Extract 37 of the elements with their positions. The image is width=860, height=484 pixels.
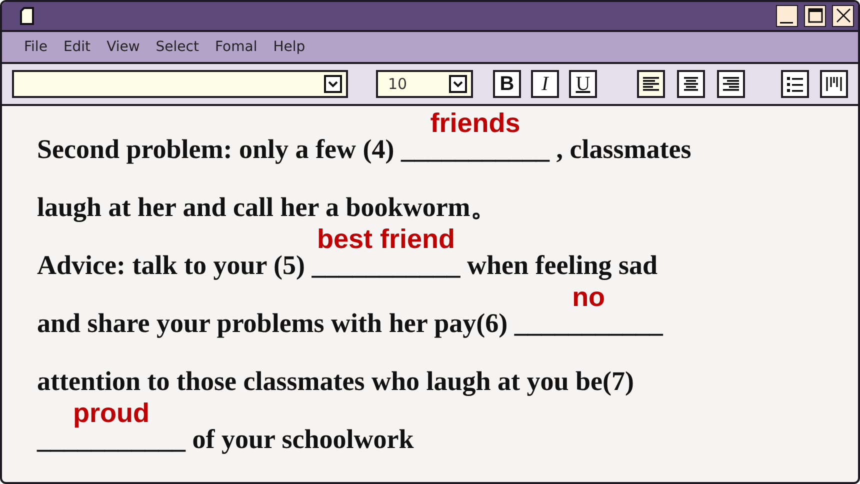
menu-item[interactable]: Help [265, 39, 314, 55]
underline-button[interactable]: U [569, 70, 597, 98]
italic-button[interactable]: I [531, 70, 559, 98]
sentence-text: when feeling sad [466, 250, 658, 280]
sentence-text: Second problem: only a few (4) [37, 134, 396, 164]
bullet-list-icon [786, 75, 804, 93]
menu-item[interactable]: Fomal [207, 39, 266, 55]
columns-icon [825, 75, 843, 93]
answer-text: proud [72, 398, 150, 428]
sentence-text: laugh at her and call her a bookworm。 [37, 191, 498, 224]
menu-item[interactable]: Select [148, 39, 207, 55]
minimize-icon [780, 22, 793, 24]
close-button[interactable] [832, 5, 854, 27]
maximize-icon [806, 6, 824, 25]
align-right-icon [723, 76, 739, 92]
font-size-dropdown[interactable]: 10 [376, 70, 473, 98]
sentence-text: of your schoolwork [191, 424, 414, 454]
align-center-button[interactable] [677, 70, 705, 98]
columns-button[interactable] [820, 70, 848, 98]
sentence-text: attention to those classmates who laugh at you be(7) [37, 366, 634, 396]
minimize-button[interactable] [776, 5, 798, 27]
bullet-list-button[interactable] [781, 70, 809, 98]
menu-item[interactable]: Edit [55, 39, 99, 55]
menu-item[interactable]: File [16, 39, 56, 55]
sentence-text: , classmates [555, 134, 692, 164]
sentence-text: Advice: talk to your (5) [37, 250, 306, 280]
bold-button[interactable]: B [493, 70, 521, 98]
align-left-icon [643, 76, 659, 92]
align-center-icon [683, 76, 699, 92]
sentence-text: and share your problems with her pay(6) [37, 308, 509, 338]
font-dropdown[interactable] [12, 70, 348, 98]
document-icon [20, 7, 34, 25]
close-icon [834, 6, 852, 25]
menu-item[interactable]: View [98, 39, 148, 55]
align-right-button[interactable] [717, 70, 745, 98]
align-left-button[interactable] [637, 70, 665, 98]
maximize-button[interactable] [804, 5, 826, 27]
